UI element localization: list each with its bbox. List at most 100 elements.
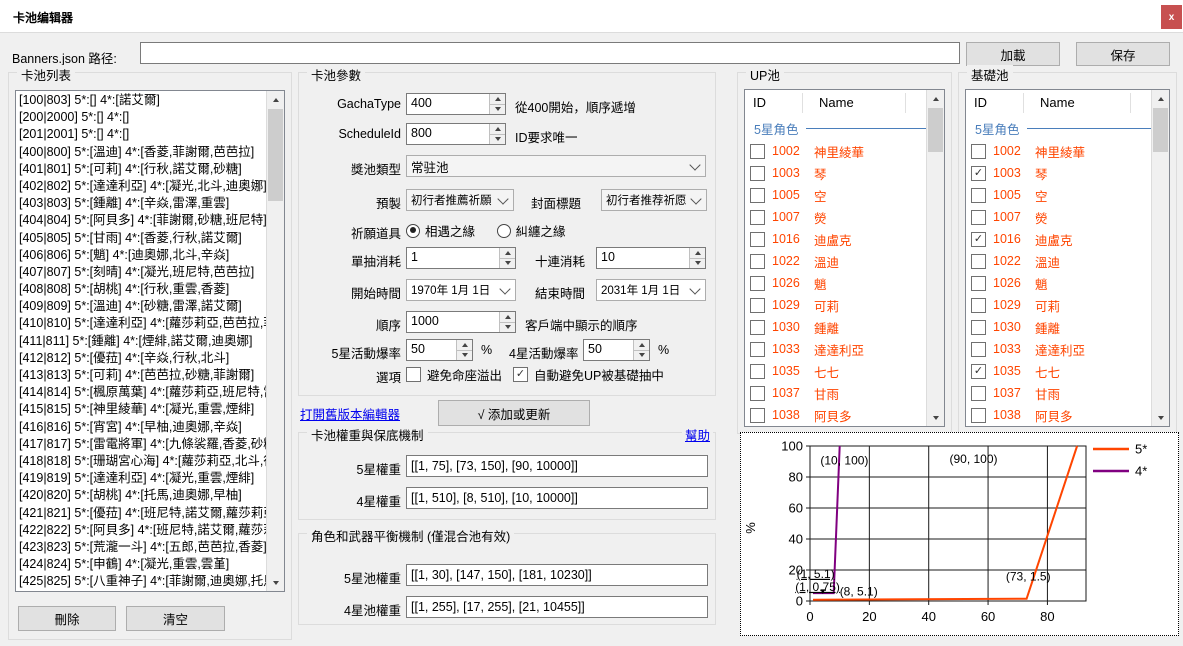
weight5-input[interactable] bbox=[406, 455, 708, 477]
pool-list-item[interactable]: [424|824] 5*:[申鶴] 4*:[凝光,重雲,雲堇] bbox=[16, 556, 267, 573]
table-row[interactable]: 1029可莉 bbox=[745, 294, 927, 316]
pool-list[interactable]: [100|803] 5*:[] 4*:[諾艾爾][200|2000] 5*:[]… bbox=[15, 90, 285, 592]
checkbox-icon[interactable] bbox=[750, 320, 765, 335]
table-row[interactable]: 1002神里綾華 bbox=[745, 140, 927, 162]
checkbox-icon[interactable] bbox=[750, 210, 765, 225]
checkbox-icon[interactable] bbox=[750, 298, 765, 313]
table-row[interactable]: 1029可莉 bbox=[966, 294, 1152, 316]
table-row[interactable]: 1007熒 bbox=[966, 206, 1152, 228]
spin-up-icon[interactable] bbox=[457, 340, 472, 350]
table-row[interactable]: 1026魈 bbox=[966, 272, 1152, 294]
table-row[interactable]: 1038阿貝多 bbox=[745, 404, 927, 426]
table-row[interactable]: 1037甘雨 bbox=[745, 382, 927, 404]
checkbox-icon[interactable] bbox=[750, 144, 765, 159]
pool-list-item[interactable]: [422|822] 5*:[阿貝多] 4*:[班尼特,諾艾爾,蘿莎莉亞] bbox=[16, 522, 267, 539]
checkbox-icon[interactable] bbox=[750, 166, 765, 181]
preset-select[interactable]: 初行者推薦祈願 bbox=[406, 189, 514, 211]
pool-list-item[interactable]: [406|806] 5*:[魈] 4*:[迪奧娜,北斗,辛焱] bbox=[16, 247, 267, 264]
scrollbar-thumb[interactable] bbox=[928, 108, 943, 152]
table-row[interactable]: 1022溫迪 bbox=[745, 250, 927, 272]
path-input[interactable] bbox=[140, 42, 960, 64]
checkbox-checked-icon[interactable]: ✓ bbox=[971, 166, 986, 181]
checkbox-icon[interactable] bbox=[971, 144, 986, 159]
checkbox-icon[interactable] bbox=[971, 276, 986, 291]
table-row[interactable]: 1016迪盧克 bbox=[745, 228, 927, 250]
pool-list-item[interactable]: [403|803] 5*:[鍾離] 4*:[辛焱,雷澤,重雲] bbox=[16, 195, 267, 212]
spin-up-icon[interactable] bbox=[634, 340, 649, 350]
clear-button[interactable]: 清空 bbox=[126, 606, 225, 631]
pool-list-item[interactable]: [413|813] 5*:[可莉] 4*:[芭芭拉,砂糖,菲謝爾] bbox=[16, 367, 267, 384]
pool-list-item[interactable]: [407|807] 5*:[刻晴] 4*:[凝光,班尼特,芭芭拉] bbox=[16, 264, 267, 281]
delete-button[interactable]: 刪除 bbox=[18, 606, 116, 631]
table-row[interactable]: ✓1035七七 bbox=[966, 360, 1152, 382]
spin-down-icon[interactable] bbox=[634, 350, 649, 361]
spin-down-icon[interactable] bbox=[500, 322, 515, 333]
table-row[interactable]: 1033達達利亞 bbox=[966, 338, 1152, 360]
pool-list-item[interactable]: [415|815] 5*:[神里綾華] 4*:[凝光,重雲,煙緋] bbox=[16, 401, 267, 418]
scroll-up-icon[interactable] bbox=[1152, 90, 1169, 107]
gacha-type-spinner[interactable]: 400 bbox=[406, 93, 506, 115]
checkbox-icon[interactable] bbox=[750, 188, 765, 203]
checkbox-icon[interactable] bbox=[971, 386, 986, 401]
checkbox-icon[interactable] bbox=[750, 364, 765, 379]
table-row[interactable]: 1005空 bbox=[966, 184, 1152, 206]
spin-up-icon[interactable] bbox=[490, 124, 505, 134]
pool-list-item[interactable]: [419|819] 5*:[達達利亞] 4*:[凝光,重雲,煙緋] bbox=[16, 470, 267, 487]
scrollbar-thumb[interactable] bbox=[1153, 108, 1168, 152]
checkbox-icon[interactable] bbox=[971, 320, 986, 335]
pool-list-item[interactable]: [414|814] 5*:[楓原萬葉] 4*:[蘿莎莉亞,班尼特,雷澤] bbox=[16, 384, 267, 401]
up-pool-scrollbar[interactable] bbox=[926, 90, 944, 426]
pool-list-item[interactable]: [412|812] 5*:[優菈] 4*:[辛焱,行秋,北斗] bbox=[16, 350, 267, 367]
spin-up-icon[interactable] bbox=[500, 248, 515, 258]
checkbox-icon[interactable] bbox=[750, 232, 765, 247]
table-row[interactable]: 1035七七 bbox=[745, 360, 927, 382]
cover-title-select[interactable]: 初行者推荐祈愿 bbox=[601, 189, 707, 211]
spin-down-icon[interactable] bbox=[690, 258, 705, 269]
pool-list-item[interactable]: [200|2000] 5*:[] 4*:[] bbox=[16, 109, 267, 126]
order-spinner[interactable]: 1000 bbox=[406, 311, 516, 333]
checkbox-icon[interactable] bbox=[750, 254, 765, 269]
pool-list-item[interactable]: [420|820] 5*:[胡桃] 4*:[托馬,迪奧娜,早柚] bbox=[16, 487, 267, 504]
pool-list-item[interactable]: [404|804] 5*:[阿貝多] 4*:[菲謝爾,砂糖,班尼特] bbox=[16, 212, 267, 229]
pool-weight5-input[interactable] bbox=[406, 564, 708, 586]
checkbox-icon[interactable] bbox=[750, 386, 765, 401]
spin-down-icon[interactable] bbox=[500, 258, 515, 269]
scroll-down-icon[interactable] bbox=[1152, 409, 1169, 426]
pool-list-item[interactable]: [408|808] 5*:[胡桃] 4*:[行秋,重雲,香菱] bbox=[16, 281, 267, 298]
scroll-down-icon[interactable] bbox=[267, 574, 284, 591]
pool-list-item[interactable]: [402|802] 5*:[達達利亞] 4*:[凝光,北斗,迪奧娜] bbox=[16, 178, 267, 195]
checkbox-icon[interactable] bbox=[750, 342, 765, 357]
scroll-up-icon[interactable] bbox=[927, 90, 944, 107]
table-row[interactable]: ✓1003琴 bbox=[966, 162, 1152, 184]
weight4-input[interactable] bbox=[406, 487, 708, 509]
pool-list-item[interactable]: [416|816] 5*:[宵宮] 4*:[早柚,迪奧娜,辛焱] bbox=[16, 419, 267, 436]
checkbox-icon[interactable] bbox=[971, 188, 986, 203]
pool-list-item[interactable]: [418|818] 5*:[珊瑚宮心海] 4*:[蘿莎莉亞,北斗,行秋] bbox=[16, 453, 267, 470]
avoid-up-in-base-checkbox[interactable]: ✓ 自動避免UP被基礎抽中 bbox=[513, 365, 664, 384]
pool-list-item[interactable]: [405|805] 5*:[甘雨] 4*:[香菱,行秋,諾艾爾] bbox=[16, 230, 267, 247]
radio-tangle-fate[interactable]: 糾纏之緣 bbox=[497, 221, 566, 240]
table-row[interactable]: ✓1016迪盧克 bbox=[966, 228, 1152, 250]
spin-up-icon[interactable] bbox=[500, 312, 515, 322]
old-editor-link[interactable]: 打開舊版本編輯器 bbox=[300, 404, 400, 423]
checkbox-icon[interactable] bbox=[971, 210, 986, 225]
table-row[interactable]: 1022溫迪 bbox=[966, 250, 1152, 272]
pool-list-item[interactable]: [401|801] 5*:[可莉] 4*:[行秋,諾艾爾,砂糖] bbox=[16, 161, 267, 178]
pool-list-item[interactable]: [425|825] 5*:[八重神子] 4*:[菲謝爾,迪奧娜,托馬] bbox=[16, 573, 267, 590]
table-row[interactable]: 1037甘雨 bbox=[966, 382, 1152, 404]
pool-list-scrollbar[interactable] bbox=[266, 91, 284, 591]
checkbox-icon[interactable] bbox=[971, 342, 986, 357]
checkbox-icon[interactable] bbox=[971, 408, 986, 423]
spin-up-icon[interactable] bbox=[490, 94, 505, 104]
single-cost-spinner[interactable]: 1 bbox=[406, 247, 516, 269]
checkbox-icon[interactable] bbox=[971, 254, 986, 269]
scrollbar-thumb[interactable] bbox=[268, 109, 283, 201]
checkbox-icon[interactable] bbox=[750, 408, 765, 423]
table-row[interactable]: 1033達達利亞 bbox=[745, 338, 927, 360]
save-button[interactable]: 保存 bbox=[1076, 42, 1170, 66]
radio-meet-fate[interactable]: 相遇之緣 bbox=[406, 221, 475, 240]
table-row[interactable]: 1003琴 bbox=[745, 162, 927, 184]
checkbox-icon[interactable] bbox=[750, 276, 765, 291]
pool-type-select[interactable]: 常驻池 bbox=[406, 155, 706, 177]
pool-list-item[interactable]: [100|803] 5*:[] 4*:[諾艾爾] bbox=[16, 92, 267, 109]
